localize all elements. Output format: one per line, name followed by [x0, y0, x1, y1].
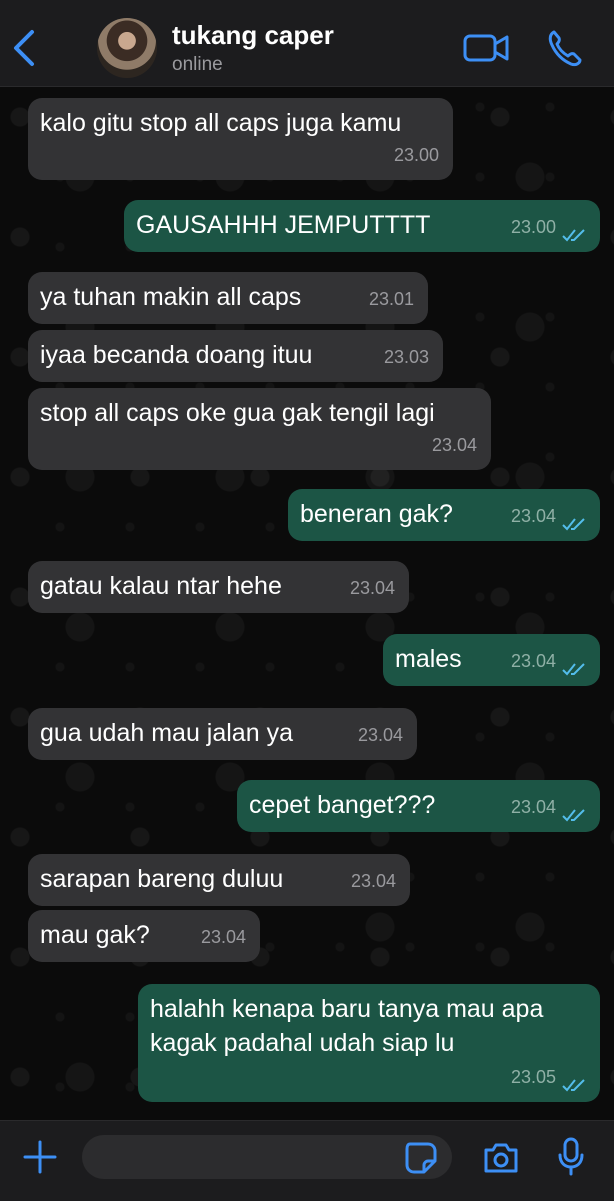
chat-header: tukang caper online: [0, 0, 614, 87]
message-time: 23.04: [200, 927, 246, 947]
message-incoming[interactable]: kalo gitu stop all caps juga kamu 23.00: [28, 98, 453, 180]
message-time: 23.04: [431, 435, 477, 455]
message-time: 23.04: [350, 871, 396, 891]
message-outgoing[interactable]: cepet banget??? 23.04: [237, 780, 600, 832]
message-time: 23.01: [368, 289, 414, 309]
camera-icon[interactable]: [482, 1141, 520, 1175]
message-incoming[interactable]: gatau kalau ntar hehe 23.04: [28, 561, 409, 613]
sticker-icon[interactable]: [404, 1141, 438, 1175]
phone-icon[interactable]: [546, 28, 582, 68]
message-text: gatau kalau ntar hehe: [40, 572, 282, 600]
message-text-line-1: halahh kenapa baru tanya mau apa: [150, 995, 544, 1023]
read-ticks-icon: [562, 663, 585, 676]
read-ticks-icon: [562, 229, 585, 242]
message-incoming[interactable]: stop all caps oke gua gak tengil lagi 23…: [28, 388, 491, 470]
message-text: iyaa becanda doang ituu: [40, 341, 313, 369]
microphone-icon[interactable]: [556, 1137, 586, 1177]
message-outgoing[interactable]: males 23.04: [383, 634, 600, 686]
message-outgoing[interactable]: beneran gak? 23.04: [288, 489, 600, 541]
message-input[interactable]: [82, 1135, 452, 1179]
chat-messages[interactable]: kalo gitu stop all caps juga kamu 23.00 …: [0, 87, 614, 1120]
message-time: 23.03: [383, 347, 429, 367]
message-time: 23.04: [510, 797, 556, 817]
message-outgoing[interactable]: halahh kenapa baru tanya mau apa kagak p…: [138, 984, 600, 1102]
message-composer: [0, 1120, 614, 1201]
message-incoming[interactable]: iyaa becanda doang ituu 23.03: [28, 330, 443, 382]
message-text: stop all caps oke gua gak tengil lagi: [40, 399, 435, 427]
message-time: 23.04: [510, 651, 556, 671]
message-time: 23.04: [510, 506, 556, 526]
read-ticks-icon: [562, 1079, 585, 1092]
read-ticks-icon: [562, 809, 585, 822]
message-time: 23.04: [349, 578, 395, 598]
read-ticks-icon: [562, 518, 585, 531]
back-chevron-icon[interactable]: [10, 28, 40, 68]
video-camera-icon[interactable]: [462, 30, 510, 66]
contact-avatar[interactable]: [97, 18, 157, 78]
message-text: males: [395, 645, 462, 673]
message-time: 23.00: [510, 217, 556, 237]
message-outgoing[interactable]: GAUSAHHH JEMPUTTTT 23.00: [124, 200, 600, 252]
message-incoming[interactable]: gua udah mau jalan ya 23.04: [28, 708, 417, 760]
message-incoming[interactable]: ya tuhan makin all caps 23.01: [28, 272, 428, 324]
message-text-line-2: kagak padahal udah siap lu: [150, 1029, 455, 1057]
message-text: ya tuhan makin all caps: [40, 283, 302, 311]
message-text: gua udah mau jalan ya: [40, 719, 293, 747]
message-text: kalo gitu stop all caps juga kamu: [40, 109, 402, 137]
contact-name[interactable]: tukang caper: [172, 20, 334, 51]
message-time: 23.04: [357, 725, 403, 745]
plus-icon[interactable]: [22, 1139, 58, 1175]
message-time: 23.00: [393, 145, 439, 165]
message-time: 23.05: [510, 1067, 556, 1087]
message-text: sarapan bareng duluu: [40, 865, 284, 893]
message-incoming[interactable]: sarapan bareng duluu 23.04: [28, 854, 410, 906]
message-incoming[interactable]: mau gak? 23.04: [28, 910, 260, 962]
contact-status: online: [172, 54, 223, 75]
